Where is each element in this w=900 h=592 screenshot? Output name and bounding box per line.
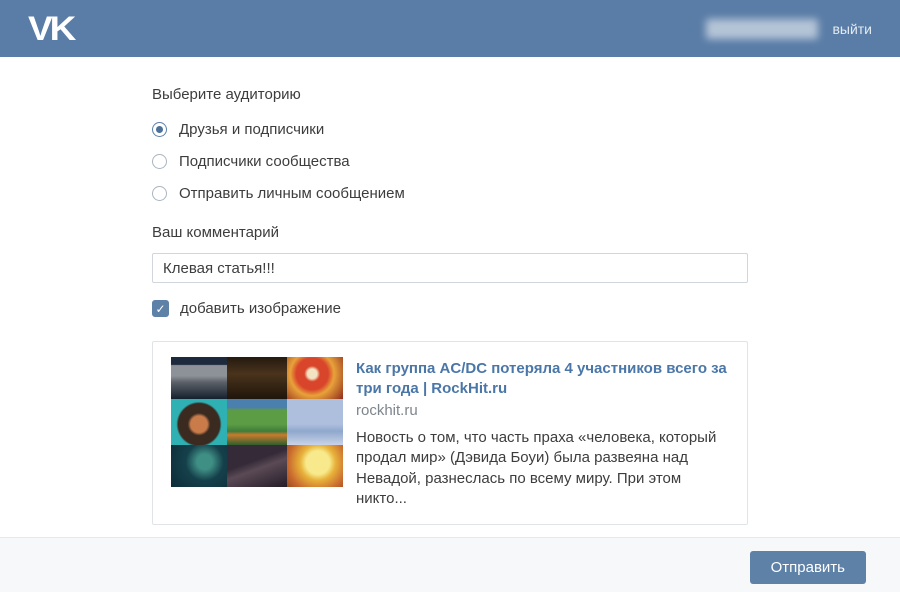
link-thumbnail-collage-icon xyxy=(171,357,343,487)
vk-logo-icon[interactable]: VK xyxy=(28,11,76,45)
thumbnail-tile xyxy=(227,399,287,445)
header-bar: VK выйти xyxy=(0,0,900,57)
header-right-group: выйти xyxy=(706,18,872,39)
audience-label: Выберите аудиторию xyxy=(152,86,301,103)
link-domain: rockhit.ru xyxy=(356,402,418,419)
audience-radio-group: Друзья и подписчики Подписчики сообществ… xyxy=(152,120,900,203)
checkmark-icon: ✓ xyxy=(155,301,166,316)
thumbnail-tile xyxy=(171,445,227,487)
radio-dot-icon xyxy=(156,126,163,133)
add-image-label: добавить изображение xyxy=(180,300,341,317)
thumbnail-tile xyxy=(287,445,343,487)
audience-radio-1[interactable] xyxy=(152,154,167,169)
comment-label: Ваш комментарий xyxy=(152,224,280,241)
audience-option-friends[interactable]: Друзья и подписчики xyxy=(152,120,900,139)
audience-radio-2[interactable] xyxy=(152,186,167,201)
audience-radio-0[interactable] xyxy=(152,122,167,137)
thumbnail-tile xyxy=(227,445,287,487)
vk-share-dialog: VK выйти Выберите аудиторию Друзья и под… xyxy=(0,0,900,592)
footer-bar: Отправить xyxy=(0,537,900,592)
thumbnail-tile xyxy=(171,399,227,445)
thumbnail-tile xyxy=(171,357,227,399)
thumbnail-tile xyxy=(227,357,287,399)
link-title[interactable]: Как группа AC/DC потеряла 4 участников в… xyxy=(356,359,729,398)
audience-option-label: Подписчики сообщества xyxy=(179,153,350,170)
add-image-checkbox-row[interactable]: ✓ добавить изображение xyxy=(152,300,900,317)
link-preview-card: Как группа AC/DC потеряла 4 участников в… xyxy=(152,341,748,525)
logout-link[interactable]: выйти xyxy=(832,21,872,37)
link-description: Новость о том, что часть праха «человека… xyxy=(356,429,717,507)
link-preview-text: Как группа AC/DC потеряла 4 участников в… xyxy=(356,357,729,509)
thumbnail-tile xyxy=(287,399,343,445)
comment-input[interactable] xyxy=(152,253,748,283)
blurred-username xyxy=(706,18,819,39)
audience-option-community[interactable]: Подписчики сообщества xyxy=(152,152,900,171)
share-form: Выберите аудиторию Друзья и подписчики П… xyxy=(0,57,900,525)
add-image-checkbox[interactable]: ✓ xyxy=(152,300,169,317)
audience-option-label: Друзья и подписчики xyxy=(179,121,325,138)
audience-option-label: Отправить личным сообщением xyxy=(179,185,405,202)
audience-option-private-message[interactable]: Отправить личным сообщением xyxy=(152,184,900,203)
thumbnail-tile xyxy=(287,357,343,399)
submit-button[interactable]: Отправить xyxy=(749,551,866,584)
